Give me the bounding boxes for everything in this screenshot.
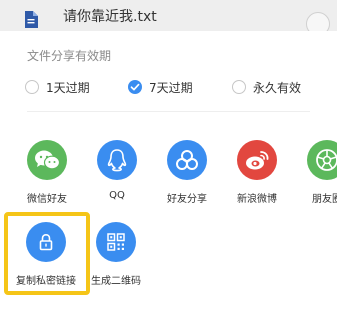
file-header: 请你靠近我.txt — [0, 0, 337, 36]
validity-option-1day[interactable]: 1天过期 — [25, 78, 90, 96]
qr-code-icon — [96, 222, 136, 262]
action-label: 生成二维码 — [91, 276, 141, 287]
share-target-label: QQ — [109, 190, 125, 201]
moments-icon — [307, 140, 337, 180]
share-target-label: 好友分享 — [167, 194, 207, 205]
wechat-icon — [27, 140, 67, 180]
radio-checked-icon — [128, 80, 142, 94]
share-target-label: 微信好友 — [27, 194, 67, 205]
validity-option-7day[interactable]: 7天过期 — [128, 78, 193, 96]
share-target-moments[interactable]: 朋友圈 — [292, 140, 337, 205]
validity-option-label: 1天过期 — [46, 80, 90, 95]
validity-title: 文件分享有效期 — [27, 49, 112, 63]
generate-qr-code-button[interactable]: 生成二维码 — [81, 222, 151, 287]
highlight-box — [4, 212, 90, 295]
weibo-icon — [237, 140, 277, 180]
document-icon — [25, 11, 38, 28]
file-name: 请你靠近我.txt — [63, 9, 157, 25]
share-target-weibo[interactable]: 新浪微博 — [222, 140, 292, 205]
divider — [27, 111, 310, 112]
validity-option-label: 7天过期 — [149, 80, 193, 95]
radio-unchecked-icon — [232, 80, 246, 94]
share-target-wechat[interactable]: 微信好友 — [12, 140, 82, 205]
share-target-friend-share[interactable]: 好友分享 — [152, 140, 222, 205]
validity-option-label: 永久有效 — [253, 80, 302, 95]
qq-icon — [97, 140, 137, 180]
share-target-label: 新浪微博 — [237, 194, 277, 205]
friend-share-icon — [167, 140, 207, 180]
share-target-qq[interactable]: QQ — [82, 140, 152, 201]
radio-unchecked-icon — [25, 80, 39, 94]
share-target-label: 朋友圈 — [312, 194, 337, 205]
validity-option-permanent[interactable]: 永久有效 — [232, 78, 301, 96]
